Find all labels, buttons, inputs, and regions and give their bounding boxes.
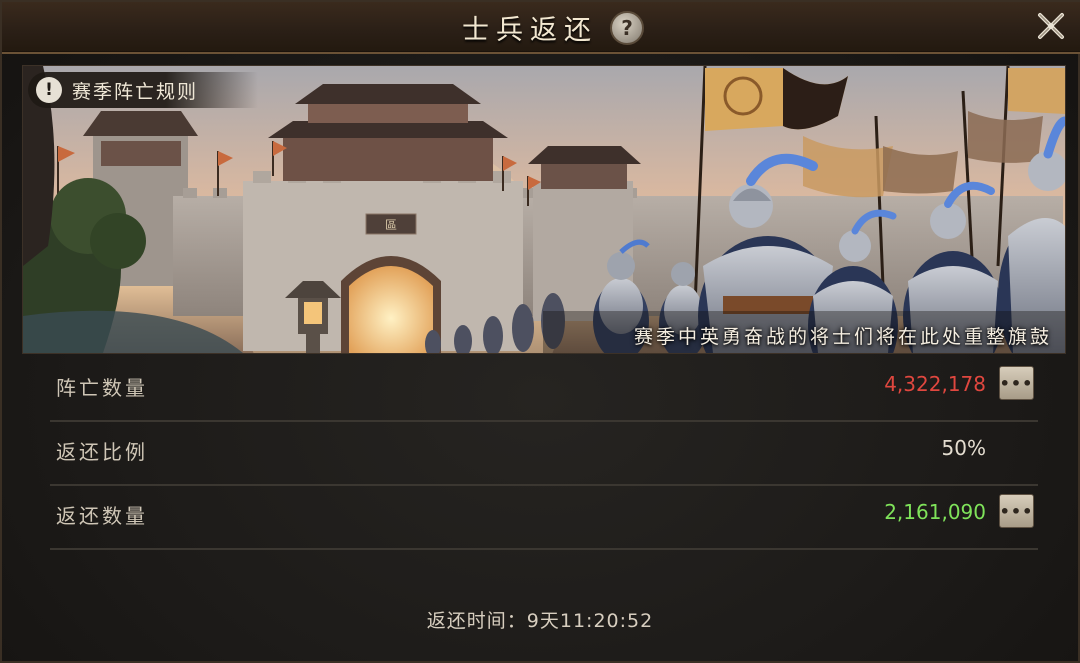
soldier-return-dialog: 士兵返还 ? 區 ! 赛季阵亡规则 赛季中英勇奋战的将士们将在此处重整旗鼓 阵亡… [0,0,1080,663]
return-count-label: 返还数量 [56,504,148,528]
return-ratio-value: 50% [941,436,986,460]
return-count-more-button[interactable]: ••• [999,494,1034,528]
dialog-title: 士兵返还 [462,15,598,46]
row-fallen-count: 阵亡数量 4,322,178 ••• [50,358,1038,422]
season-rules-button[interactable]: ! 赛季阵亡规则 [28,72,258,108]
title-group: 士兵返还 ? [462,8,644,47]
row-return-ratio: 返还比例 50% [50,422,1038,486]
close-button[interactable] [1034,9,1068,43]
return-ratio-label: 返还比例 [56,440,148,464]
banner-caption: 赛季中英勇奋战的将士们将在此处重整旗鼓 [633,326,1052,348]
season-rules-label: 赛季阵亡规则 [72,80,199,103]
help-button[interactable]: ? [610,10,644,45]
question-mark-icon: ? [621,15,633,40]
gate-plaque: 區 [385,218,397,232]
title-bar: 士兵返还 ? [2,2,1080,54]
exclamation-icon: ! [36,77,62,103]
return-count-value: 2,161,090 [884,500,986,524]
close-x-icon [1038,13,1064,39]
fallen-count-more-button[interactable]: ••• [999,366,1034,400]
return-time-label: 返还时间： [426,610,527,632]
fallen-count-value: 4,322,178 [884,372,986,396]
return-time: 返还时间：9天11:20:52 [2,606,1078,633]
ellipsis-icon: ••• [999,373,1034,393]
row-return-count: 返还数量 2,161,090 ••• [50,486,1038,550]
return-time-value: 9天11:20:52 [526,610,654,632]
fallen-count-label: 阵亡数量 [56,376,148,400]
season-banner-image: 區 [22,65,1066,354]
ellipsis-icon: ••• [999,501,1034,521]
